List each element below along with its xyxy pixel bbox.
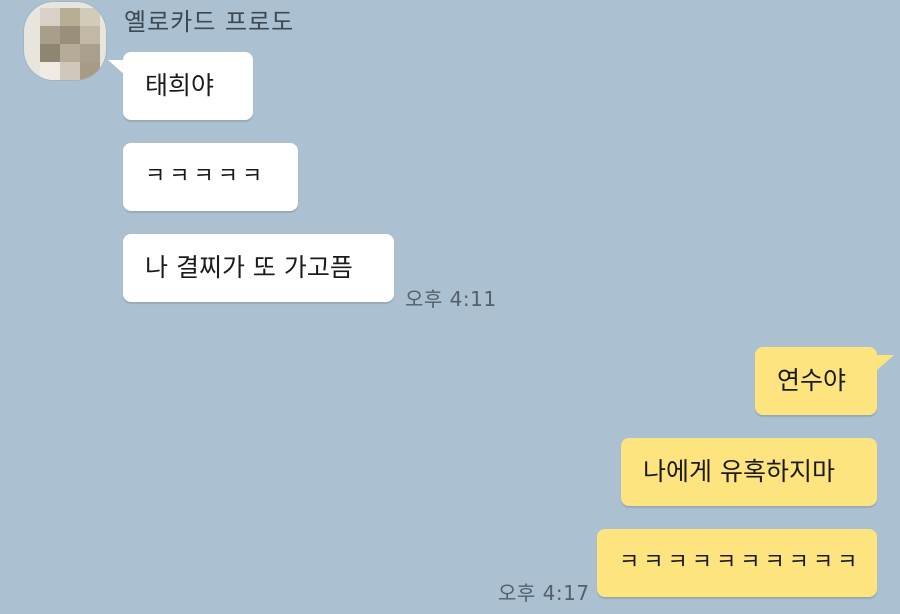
incoming-message[interactable]: 태희야 <box>123 52 253 120</box>
avatar-pixel <box>40 62 60 80</box>
avatar-pixel <box>80 26 100 44</box>
sender-name: 옐로카드 프로도 <box>124 8 295 36</box>
outgoing-message[interactable]: 연수야 <box>755 347 877 415</box>
avatar-pixel <box>80 44 100 62</box>
pixelated-photo-icon <box>40 8 100 80</box>
outgoing-message[interactable]: 나에게 유혹하지마 <box>621 438 877 506</box>
avatar-pixel <box>60 8 80 26</box>
incoming-timestamp: 오후 4:11 <box>405 287 497 311</box>
avatar-pixel <box>60 26 80 44</box>
avatar-pixel <box>60 62 80 80</box>
incoming-message[interactable]: ㅋㅋㅋㅋㅋ <box>123 143 298 211</box>
avatar-pixel <box>80 62 100 80</box>
outgoing-timestamp: 오후 4:17 <box>498 581 590 605</box>
sender-avatar[interactable] <box>24 2 106 80</box>
outgoing-bubble-tail <box>876 355 894 371</box>
avatar-pixel <box>40 44 60 62</box>
avatar-pixel <box>40 26 60 44</box>
avatar-pixel <box>40 8 60 26</box>
avatar-pixel <box>60 44 80 62</box>
avatar-pixel <box>80 8 100 26</box>
outgoing-message[interactable]: ㅋㅋㅋㅋㅋㅋㅋㅋㅋㅋ <box>597 529 877 597</box>
incoming-message[interactable]: 나 결찌가 또 가고픔 <box>123 234 394 302</box>
